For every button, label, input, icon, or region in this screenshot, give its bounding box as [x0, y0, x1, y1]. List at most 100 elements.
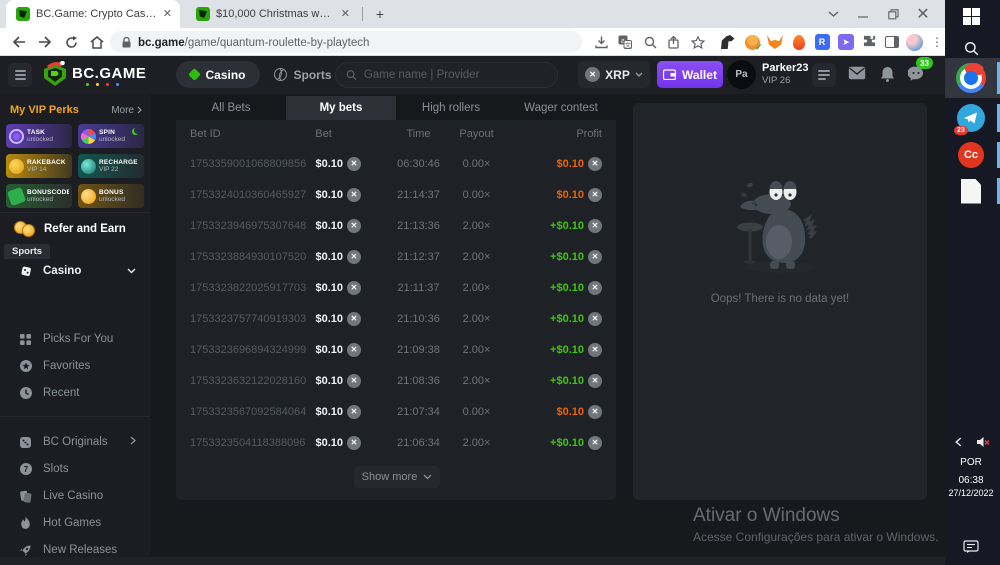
header-payout: Payout — [454, 120, 499, 148]
close-tab-icon[interactable]: ✕ — [341, 9, 350, 20]
sidebar-item-picks-for-you[interactable]: Picks For You — [0, 328, 150, 350]
wallet-button[interactable]: Wallet — [657, 61, 723, 88]
table-row: 1753323757740919303 $0.10 ✕ 21:10:36 2.0… — [176, 303, 616, 334]
refer-and-earn[interactable]: Refer and Earn — [0, 216, 150, 242]
bet-payout: 0.00× — [454, 396, 499, 427]
bet-time: 21:08:36 — [391, 365, 446, 396]
search-input[interactable] — [364, 69, 547, 81]
extensions-puzzle-icon[interactable] — [861, 33, 879, 51]
browser-menu-icon[interactable]: ⋮ — [928, 33, 946, 51]
mail-icon[interactable] — [848, 66, 866, 85]
extension-horse-icon[interactable] — [718, 33, 736, 51]
tab-all-bets[interactable]: All Bets — [176, 96, 286, 120]
sports-nav-label: Sports — [293, 68, 331, 82]
window-chevron-icon[interactable] — [818, 0, 848, 28]
sidebar-item-bc-originals[interactable]: BC Originals — [0, 431, 150, 453]
sidebar-item-hot-games[interactable]: Hot Games — [0, 512, 150, 534]
sidebar-item-recent[interactable]: Recent — [0, 382, 150, 404]
game-search[interactable] — [335, 62, 558, 88]
bcgame-favicon — [16, 7, 30, 21]
casino-nav-label: Casino — [205, 68, 245, 82]
perk-bonus[interactable]: BONUSunlocked — [78, 184, 144, 208]
xrp-coin-icon: ✕ — [347, 188, 361, 202]
browser-window: BC.Game: Crypto Casino Games ✕ $10,000 C… — [0, 0, 945, 565]
taskbar-chrome-icon[interactable] — [945, 62, 997, 94]
show-more-button[interactable]: Show more — [354, 466, 440, 488]
profile-avatar[interactable] — [905, 33, 923, 51]
sidebar-item-casino[interactable]: Casino — [0, 260, 150, 282]
screen: BC.Game: Crypto Casino Games ✕ $10,000 C… — [0, 0, 1000, 565]
table-row: 1753323504118388096 $0.10 ✕ 21:06:34 2.0… — [176, 427, 616, 458]
language-indicator[interactable]: POR — [945, 455, 997, 469]
address-bar[interactable]: bc.game/game/quantum-roulette-by-playtec… — [110, 31, 582, 53]
sidebar-item-favorites[interactable]: Favorites — [0, 355, 150, 377]
sidebar: My VIP Perks More TASKunlocked SPINunloc… — [0, 94, 150, 565]
perk-recharge[interactable]: RECHARGEVIP 22 — [78, 154, 144, 178]
taskbar-adobe-icon[interactable]: Cc — [945, 140, 997, 170]
casino-nav-button[interactable]: Casino — [176, 61, 260, 88]
reload-icon[interactable] — [62, 33, 80, 51]
volume-muted-icon[interactable] — [969, 434, 997, 450]
chat-icon[interactable] — [908, 66, 924, 86]
extension-flame-icon[interactable] — [790, 33, 808, 51]
extension-cursor-icon[interactable]: ➤ — [837, 33, 855, 51]
bet-time: 21:12:37 — [391, 241, 446, 272]
bell-icon[interactable] — [880, 66, 895, 87]
new-tab-button[interactable]: + — [372, 6, 388, 22]
currency-selector[interactable]: ✕ XRP — [578, 61, 650, 88]
notification-center-icon[interactable] — [945, 538, 997, 556]
sidebar-item-live-casino[interactable]: Live Casino — [0, 485, 150, 507]
clock-icon — [18, 386, 33, 401]
tab-my-bets[interactable]: My bets — [286, 96, 396, 120]
sidebar-item-slots[interactable]: 7 Slots — [0, 458, 150, 480]
taskbar-search-icon[interactable] — [945, 38, 997, 58]
tab-title: BC.Game: Crypto Casino Games — [36, 8, 157, 20]
clock-date[interactable]: 27/12/2022 — [945, 487, 997, 499]
ticket-icon — [7, 186, 26, 205]
chat-badge: 33 — [916, 57, 933, 69]
taskbar-document-icon[interactable] — [945, 176, 997, 206]
hidden-icons-chevron[interactable] — [945, 434, 971, 450]
perk-task[interactable]: TASKunlocked — [6, 124, 72, 148]
side-panel-icon[interactable] — [883, 33, 901, 51]
vip-more-link[interactable]: More — [111, 104, 142, 116]
perk-spin[interactable]: SPINunlocked — [78, 124, 144, 148]
quick-menu-button[interactable] — [812, 63, 836, 87]
browser-tab-2[interactable]: $10,000 Christmas week special ✕ — [186, 0, 358, 28]
tab-high-rollers[interactable]: High rollers — [396, 96, 506, 120]
browser-tab-1[interactable]: BC.Game: Crypto Casino Games ✕ — [6, 0, 180, 28]
spin-wheel-icon — [81, 129, 96, 144]
perk-rakeback[interactable]: RAKEBACKVIP 14 — [6, 154, 72, 178]
extension-person-icon[interactable] — [743, 33, 761, 51]
share-icon[interactable] — [665, 33, 683, 51]
basketball-icon — [274, 68, 287, 81]
svg-text:文: 文 — [625, 40, 632, 49]
sports-nav-button[interactable]: Sports — [266, 61, 340, 88]
clock-time[interactable]: 06:38 — [945, 474, 997, 486]
home-icon[interactable] — [88, 33, 106, 51]
close-window-button[interactable]: ✕ — [908, 0, 938, 28]
bookmark-star-icon[interactable] — [689, 33, 707, 51]
tab-wager-contest[interactable]: Wager contest — [506, 96, 616, 120]
minimize-button[interactable] — [848, 0, 878, 28]
perk-bonuscode[interactable]: BONUSCODEunlocked — [6, 184, 72, 208]
table-row: 1753323632122028160 $0.10 ✕ 21:08:36 2.0… — [176, 365, 616, 396]
translate-icon[interactable]: a文 — [616, 33, 634, 51]
metamask-icon[interactable] — [766, 33, 784, 51]
sports-tag[interactable]: Sports — [4, 244, 50, 259]
download-icon[interactable] — [592, 33, 610, 51]
close-tab-icon[interactable]: ✕ — [163, 9, 172, 20]
back-icon[interactable] — [10, 33, 28, 51]
bet-time: 21:13:36 — [391, 210, 446, 241]
table-row: 1753359001068809856 $0.10 ✕ 06:30:46 0.0… — [176, 148, 616, 179]
user-avatar[interactable]: Pa — [727, 60, 756, 89]
browser-tab-strip: BC.Game: Crypto Casino Games ✕ $10,000 C… — [0, 0, 945, 28]
hamburger-menu-icon[interactable] — [8, 63, 32, 87]
start-button[interactable] — [945, 6, 997, 26]
tab-title: $10,000 Christmas week special — [216, 8, 335, 20]
taskbar-telegram-icon[interactable]: 23 — [945, 102, 997, 134]
search-zoom-icon[interactable] — [641, 33, 659, 51]
extension-shield-icon[interactable]: R — [813, 33, 831, 51]
restore-button[interactable] — [878, 0, 908, 28]
forward-icon[interactable] — [36, 33, 54, 51]
